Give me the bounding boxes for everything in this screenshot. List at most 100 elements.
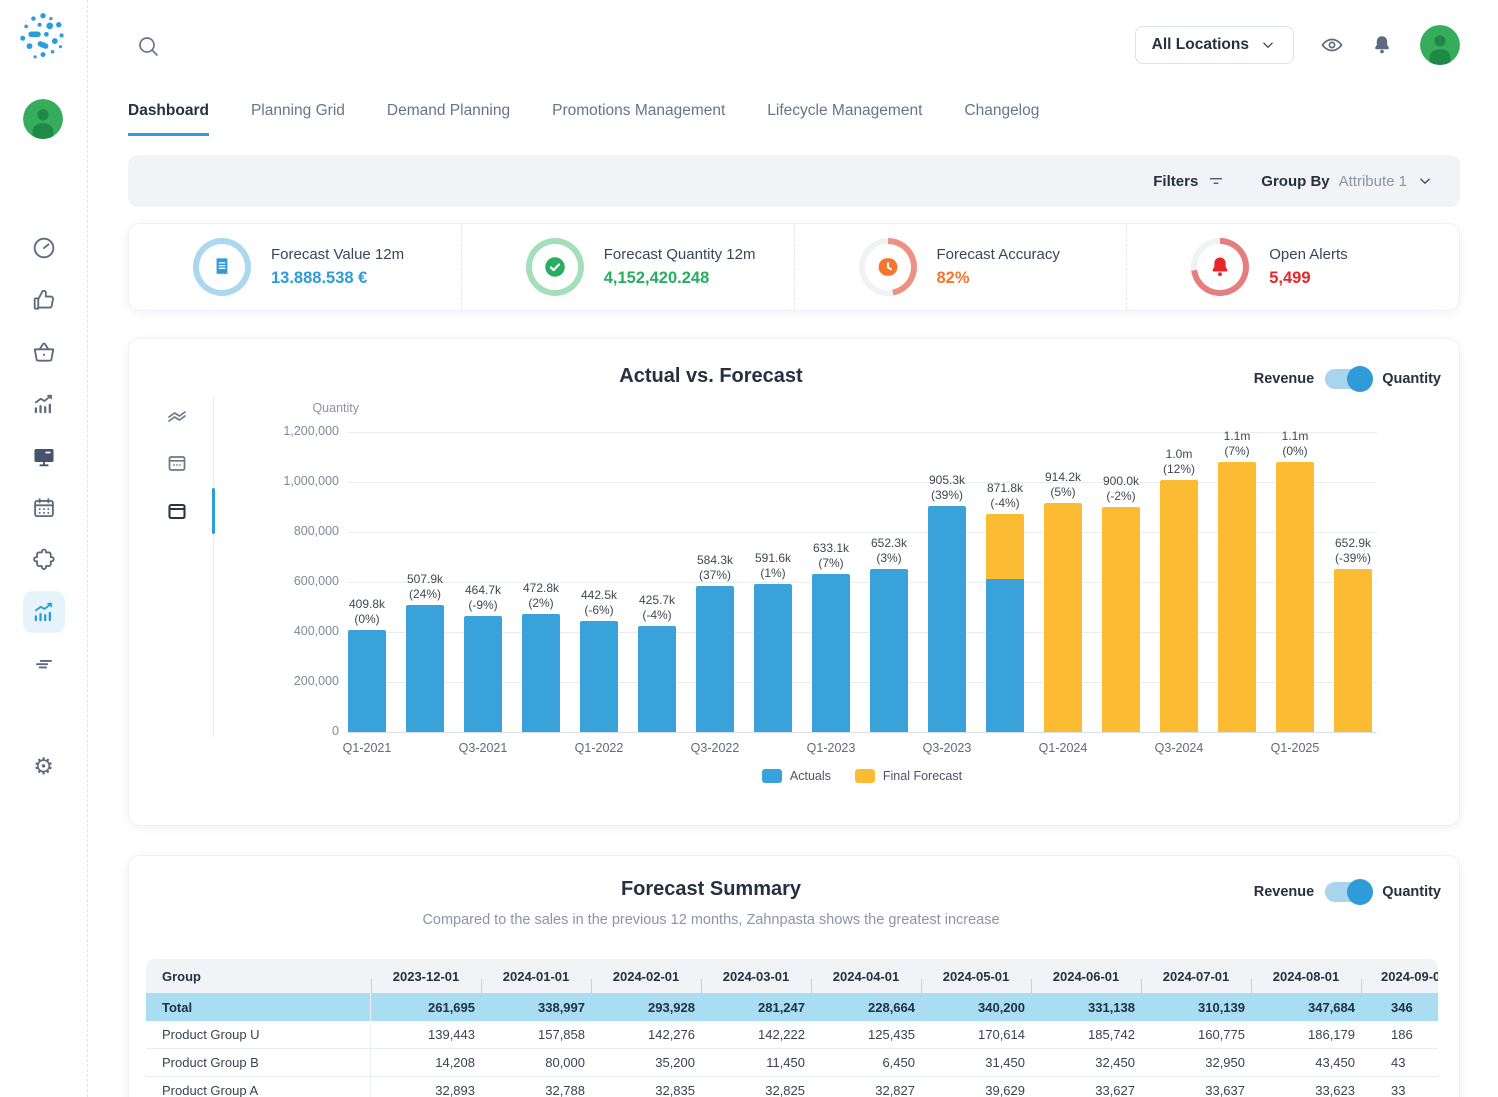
x-axis-tick-label: Q1-2025 — [1250, 741, 1340, 755]
kpi-forecast-value[interactable]: Forecast Value 12m 13.888.538 € — [129, 224, 461, 310]
dotted-network-logo-icon — [16, 9, 70, 63]
bar-value-label: 425.7k(-4%) — [612, 593, 702, 622]
bar-forecast[interactable] — [1218, 462, 1256, 732]
legend-item-actuals[interactable]: Actuals — [762, 769, 831, 783]
bar-actuals[interactable] — [754, 584, 792, 732]
filter-bar: Filters Group By Attribute 1 — [128, 155, 1460, 207]
summary-table-header-row: Group2023-12-012024-01-012024-02-012024-… — [146, 959, 1438, 993]
sidebar-item-forecast-dashboard-active[interactable] — [23, 591, 65, 633]
row-value: 139,443 — [371, 1027, 481, 1042]
row-value: 14,208 — [371, 1055, 481, 1070]
summary-title: Forecast Summary — [129, 878, 1293, 901]
tab-demand-planning[interactable]: Demand Planning — [387, 102, 510, 136]
bar-actuals[interactable] — [638, 626, 676, 732]
row-value: 43,450 — [1251, 1055, 1361, 1070]
row-value: 32,893 — [371, 1083, 481, 1097]
chart-plot: Quantity 1,200,0001,000,000800,000600,00… — [129, 339, 1459, 825]
row-value: 310,139 — [1141, 1000, 1251, 1015]
row-value: 186,179 — [1251, 1027, 1361, 1042]
revenue-quantity-switch[interactable] — [1325, 882, 1371, 902]
row-value: 6,450 — [811, 1055, 921, 1070]
bar-value-label: 900.0k(-2%) — [1076, 474, 1166, 503]
row-value: 160,775 — [1141, 1027, 1251, 1042]
tab-planning-grid[interactable]: Planning Grid — [251, 102, 345, 136]
column-header: 2024-08-01 — [1251, 969, 1361, 984]
toggle-label-quantity: Quantity — [1382, 884, 1441, 900]
kpi-summary-card: Forecast Value 12m 13.888.538 € Forecast… — [128, 223, 1460, 311]
bar-actuals[interactable] — [696, 586, 734, 732]
summary-table[interactable]: Group2023-12-012024-01-012024-02-012024-… — [146, 959, 1438, 1097]
column-header: 2024-03-01 — [701, 969, 811, 984]
row-value: 261,695 — [371, 1000, 481, 1015]
bar-actuals[interactable] — [464, 616, 502, 732]
column-header: 2024-09-01 — [1361, 969, 1438, 984]
bar-forecast[interactable] — [1044, 503, 1082, 732]
row-value: 125,435 — [811, 1027, 921, 1042]
kpi-value: 13.888.538 € — [271, 269, 404, 288]
bar-forecast[interactable] — [1276, 462, 1314, 732]
sidebar-item-products[interactable] — [31, 339, 57, 365]
sidebar-item-calendar[interactable] — [31, 495, 57, 521]
app-logo[interactable] — [16, 9, 70, 63]
tab-dashboard[interactable]: Dashboard — [128, 102, 209, 136]
bar-actuals[interactable] — [580, 621, 618, 732]
row-group-label: Product Group B — [146, 1049, 371, 1076]
kpi-ring — [1191, 238, 1249, 296]
sidebar-item-analytics[interactable] — [31, 391, 57, 417]
table-row: Product Group B14,20880,00035,20011,4506… — [146, 1049, 1438, 1077]
sidebar-item-approvals[interactable] — [31, 287, 57, 313]
tab-promotions-management[interactable]: Promotions Management — [552, 102, 725, 136]
legend-swatch — [762, 769, 782, 783]
row-value: 33,627 — [1031, 1083, 1141, 1097]
bar-actuals[interactable] — [348, 630, 386, 732]
legend-label: Actuals — [790, 769, 831, 783]
clock-icon — [874, 253, 902, 281]
row-value: 338,997 — [481, 1000, 591, 1015]
x-axis-tick-label: Q1-2021 — [322, 741, 412, 755]
bar-forecast[interactable] — [1160, 480, 1198, 732]
user-avatar[interactable] — [1420, 25, 1460, 65]
row-value: 80,000 — [481, 1055, 591, 1070]
bar-forecast[interactable] — [1334, 569, 1372, 732]
sidebar-item-dashboard[interactable] — [31, 235, 57, 261]
search-button[interactable] — [136, 34, 160, 58]
bar-actuals[interactable] — [870, 569, 908, 732]
search-icon — [136, 34, 160, 58]
bar-forecast[interactable] — [1102, 507, 1140, 732]
sidebar-item-settings[interactable]: ⚙ — [31, 753, 57, 779]
kpi-title: Open Alerts — [1269, 246, 1347, 263]
sidebar-item-presentations[interactable] — [31, 443, 57, 469]
tab-changelog[interactable]: Changelog — [964, 102, 1039, 136]
bar-actuals[interactable] — [928, 506, 966, 732]
kpi-forecast-accuracy[interactable]: Forecast Accuracy 82% — [794, 224, 1127, 310]
eye-icon — [1320, 33, 1344, 57]
row-value: 31,450 — [921, 1055, 1031, 1070]
actual-vs-forecast-card: Actual vs. Forecast Revenue Quantity Qua… — [128, 338, 1460, 826]
row-value: 32,825 — [701, 1083, 811, 1097]
tab-lifecycle-management[interactable]: Lifecycle Management — [767, 102, 922, 136]
bar-actuals[interactable] — [406, 605, 444, 732]
legend-item-final-forecast[interactable]: Final Forecast — [855, 769, 962, 783]
bar-final-forecast[interactable] — [986, 514, 1024, 579]
location-selector[interactable]: All Locations — [1135, 26, 1294, 64]
row-value: 35,200 — [591, 1055, 701, 1070]
workspace-avatar[interactable] — [23, 99, 63, 139]
kpi-ring — [193, 238, 251, 296]
y-axis-tick-label: 1,200,000 — [239, 424, 339, 438]
kpi-forecast-quantity[interactable]: Forecast Quantity 12m 4,152,420.248 — [461, 224, 794, 310]
bar-actuals[interactable] — [986, 579, 1024, 732]
sidebar-item-integrations[interactable] — [31, 547, 57, 573]
group-by-selector[interactable]: Group By Attribute 1 — [1261, 172, 1434, 190]
notifications-button[interactable] — [1370, 33, 1394, 57]
column-header: 2024-01-01 — [481, 969, 591, 984]
kpi-open-alerts[interactable]: Open Alerts 5,499 — [1126, 224, 1459, 310]
row-value: 331,138 — [1031, 1000, 1141, 1015]
row-value: 142,222 — [701, 1027, 811, 1042]
kpi-title: Forecast Quantity 12m — [604, 246, 756, 263]
visibility-button[interactable] — [1320, 33, 1344, 57]
y-axis-tick-label: 600,000 — [239, 574, 339, 588]
bar-actuals[interactable] — [812, 574, 850, 732]
sidebar-item-logs[interactable] — [31, 651, 57, 677]
filters-button[interactable]: Filters — [1153, 172, 1225, 190]
bar-actuals[interactable] — [522, 614, 560, 732]
